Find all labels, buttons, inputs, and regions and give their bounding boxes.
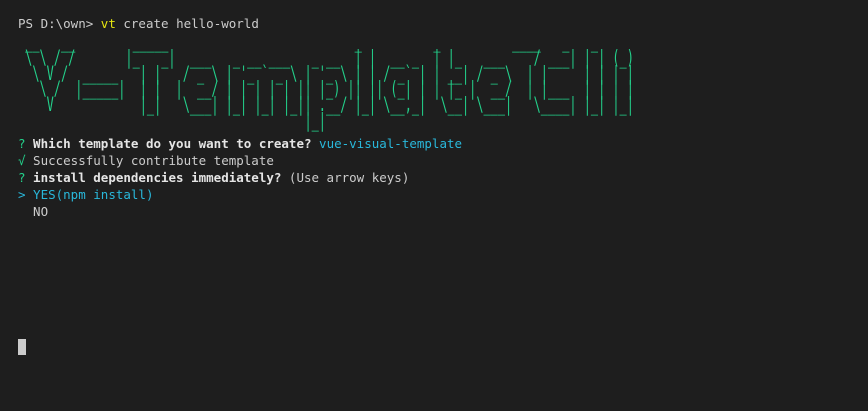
success-text: Successfully contribute template — [25, 153, 274, 168]
question-mark-icon: ? — [18, 136, 26, 151]
command-name: vt — [100, 16, 116, 31]
question-dependencies-text: install dependencies immediately? — [25, 170, 282, 185]
question-dependencies-hint: (Use arrow keys) — [281, 170, 410, 185]
option-no[interactable]: NO — [18, 203, 48, 220]
prompt-path: PS D:\own> — [18, 16, 101, 31]
question-template-answer: vue-visual-template — [311, 136, 463, 151]
question-template-text: Which template do you want to create? — [25, 136, 312, 151]
command-args: create hello-world — [115, 16, 259, 31]
question-template: ? Which template do you want to create? … — [18, 135, 462, 152]
success-message: √ Successfully contribute template — [18, 152, 274, 169]
check-icon: √ — [18, 153, 26, 168]
option-no-label: NO — [18, 204, 49, 219]
option-yes[interactable]: > YES(npm install) — [18, 186, 153, 203]
terminal-window[interactable]: PS D:\own> vt create hello-world __ __ _… — [0, 0, 868, 411]
pointer-icon: > — [18, 187, 26, 202]
question-dependencies: ? install dependencies immediately? (Use… — [18, 169, 409, 186]
ascii-banner: __ __ _____ _ _ ____ _ _ \ \ / / |_ _| _… — [25, 30, 634, 132]
question-mark-icon: ? — [18, 170, 26, 185]
option-yes-label: YES(npm install) — [25, 187, 154, 202]
block-cursor-icon — [18, 339, 26, 355]
